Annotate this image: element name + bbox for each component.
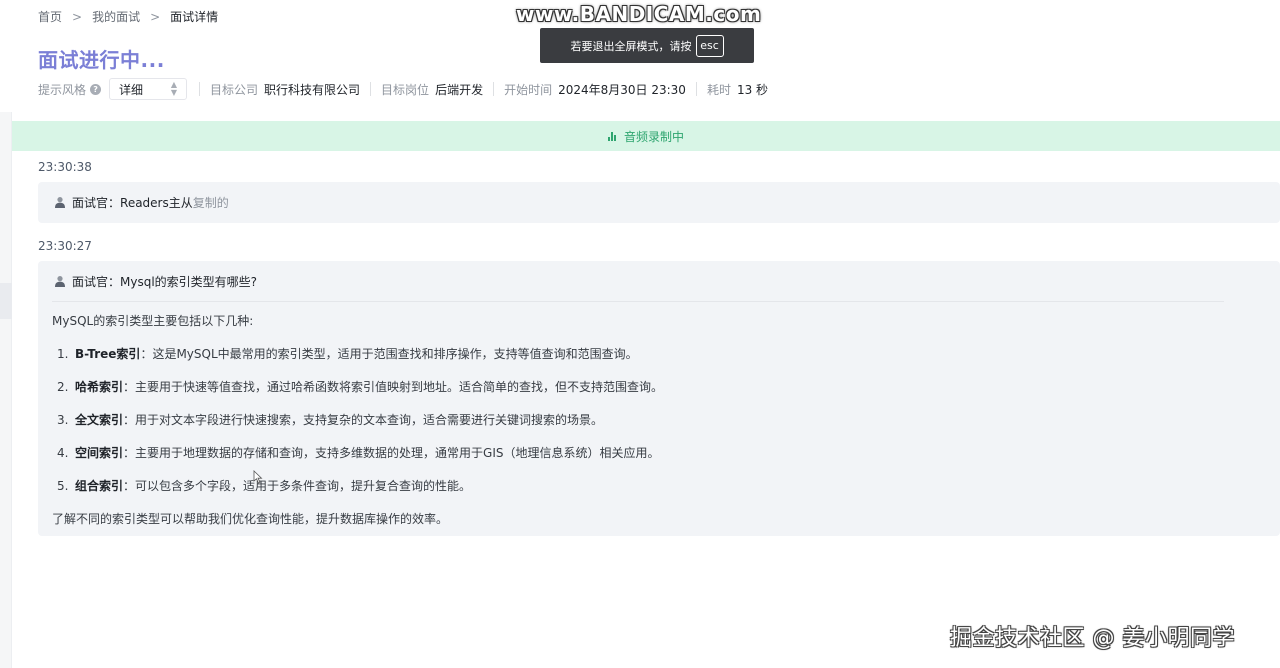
message-timestamp: 23:30:38 — [38, 160, 92, 174]
left-rail — [0, 112, 12, 668]
company-label: 目标公司 — [210, 82, 259, 97]
question-line: 面试官： Mysql的索引类型有哪些? — [38, 261, 1280, 301]
index-term: 哈希索引 — [75, 380, 124, 394]
list-item: 1. B-Tree索引：这是MySQL中最常用的索引类型，适用于范围查找和排序操… — [52, 345, 1266, 363]
index-term: B-Tree索引 — [75, 347, 141, 361]
fullscreen-toast: 若要退出全屏模式，请按 esc — [540, 28, 754, 63]
breadcrumb-current: 面试详情 — [170, 10, 219, 24]
duration-label: 耗时 — [706, 82, 731, 97]
person-icon — [55, 197, 65, 208]
question-text: Mysql的索引类型有哪些? — [120, 274, 258, 289]
breadcrumb-home[interactable]: 首页 — [38, 8, 62, 25]
message-card: 面试官： Mysql的索引类型有哪些? MySQL的索引类型主要包括以下几种: … — [38, 261, 1280, 536]
esc-key: esc — [695, 34, 724, 57]
fullscreen-hint: 若要退出全屏模式，请按 — [570, 39, 692, 53]
list-number: 2. — [57, 380, 69, 394]
index-description: ：主要用于地理数据的存储和查询，支持多维数据的处理，通常用于GIS（地理信息系统… — [123, 446, 660, 460]
audio-bars-icon — [607, 131, 616, 141]
list-number: 3. — [57, 413, 69, 427]
question-line: 面试官： Readers主从 复制的 — [38, 182, 1280, 222]
list-item: 4. 空间索引：主要用于地理数据的存储和查询，支持多维数据的处理，通常用于GIS… — [52, 444, 1266, 462]
answer-list: 1. B-Tree索引：这是MySQL中最常用的索引类型，适用于范围查找和排序操… — [52, 345, 1266, 495]
divider — [695, 82, 697, 96]
question-text: Readers主从 — [120, 195, 193, 210]
question-circle-icon[interactable]: ? — [90, 83, 102, 95]
list-item: 2. 哈希索引：主要用于快速等值查找，通过哈希函数将索引值映射到地址。适合简单的… — [52, 378, 1266, 396]
page-title: 面试进行中... — [38, 48, 165, 72]
position-value: 后端开发 — [435, 82, 484, 97]
answer-intro: MySQL的索引类型主要包括以下几种: — [52, 314, 254, 328]
recording-text: 音频录制中 — [623, 129, 684, 144]
duration-value: 13 秒 — [736, 82, 769, 97]
hint-style-select[interactable]: 详细 ▲ ▼ — [109, 78, 188, 100]
index-description: ：主要用于快速等值查找，通过哈希函数将索引值映射到地址。适合简单的查找，但不支持… — [123, 380, 664, 394]
interview-meta: 提示风格 ? 详细 ▲ ▼ 目标公司 职行科技有限公司 目标岗位 后端开发 开始时… — [38, 78, 768, 100]
site-watermark: 掘金技术社区 @ 姜小明同学 — [950, 626, 1235, 651]
mouse-cursor-icon — [253, 470, 263, 484]
hint-style-label: 提示风格 — [38, 82, 87, 97]
speaker-label: 面试官： — [72, 274, 121, 289]
index-term: 空间索引 — [75, 446, 124, 460]
speaker-label: 面试官： — [72, 195, 121, 210]
index-description: ：可以包含多个字段，适用于多条件查询，提升复合查询的性能。 — [123, 479, 472, 493]
left-rail-handle[interactable] — [0, 283, 12, 319]
list-number: 1. — [57, 347, 69, 361]
breadcrumb: 首页 > 我的面试 > 面试详情 — [38, 8, 218, 25]
message-card: 面试官： Readers主从 复制的 — [38, 182, 1280, 223]
bandicam-watermark: www.BANDICAM.com — [516, 2, 762, 26]
recording-banner: 音频录制中 — [12, 121, 1280, 151]
answer-body: MySQL的索引类型主要包括以下几种: 1. B-Tree索引：这是MySQL中… — [38, 302, 1280, 528]
breadcrumb-separator: > — [72, 9, 83, 24]
index-term: 全文索引 — [75, 413, 124, 427]
company-value: 职行科技有限公司 — [264, 82, 361, 97]
divider — [199, 82, 201, 96]
hint-style-value: 详细 — [119, 82, 144, 97]
question-suffix: 复制的 — [192, 195, 229, 210]
start-time-value: 2024年8月30日 23:30 — [558, 82, 686, 97]
index-description: ：用于对文本字段进行快速搜索，支持复杂的文本查询，适合需要进行关键词搜索的场景。 — [123, 413, 604, 427]
chevron-updown-icon: ▲ ▼ — [170, 80, 178, 97]
index-description: ：这是MySQL中最常用的索引类型，适用于范围查找和排序操作，支持等值查询和范围… — [140, 347, 638, 361]
divider — [370, 82, 372, 96]
divider — [493, 82, 495, 96]
list-number: 5. — [57, 479, 69, 493]
start-time-label: 开始时间 — [504, 82, 553, 97]
breadcrumb-my-interviews[interactable]: 我的面试 — [92, 8, 140, 25]
list-item: 5. 组合索引：可以包含多个字段，适用于多条件查询，提升复合查询的性能。 — [52, 477, 1266, 495]
list-item: 3. 全文索引：用于对文本字段进行快速搜索，支持复杂的文本查询，适合需要进行关键… — [52, 411, 1266, 429]
answer-outro: 了解不同的索引类型可以帮助我们优化查询性能，提升数据库操作的效率。 — [52, 512, 449, 526]
person-icon — [55, 276, 65, 287]
list-number: 4. — [57, 446, 69, 460]
index-term: 组合索引 — [75, 479, 124, 493]
position-label: 目标岗位 — [381, 82, 430, 97]
message-timestamp: 23:30:27 — [38, 239, 92, 253]
breadcrumb-separator: > — [150, 9, 161, 24]
